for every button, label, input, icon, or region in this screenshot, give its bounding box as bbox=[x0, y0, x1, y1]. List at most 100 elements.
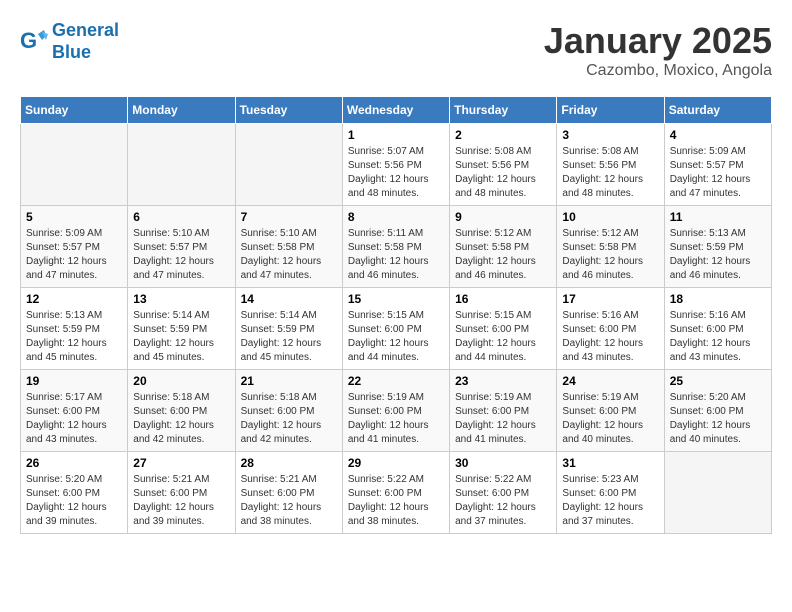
calendar-cell: 7 Sunrise: 5:10 AMSunset: 5:58 PMDaylight… bbox=[235, 206, 342, 288]
day-info: Sunrise: 5:16 AMSunset: 6:00 PMDaylight:… bbox=[562, 309, 658, 365]
day-number: 8 bbox=[348, 210, 444, 224]
day-number: 11 bbox=[670, 210, 766, 224]
calendar-cell: 12Sunrise: 5:13 AMSunset: 5:59 PMDayligh… bbox=[21, 288, 128, 370]
weekday-header-cell: Sunday bbox=[21, 97, 128, 124]
calendar-body: 1Sunrise: 5:07 AMSunset: 5:56 PMDaylight… bbox=[21, 124, 772, 534]
calendar-cell: 19 Sunrise: 5:17 AMSunset: 6:00 PMDayligh… bbox=[21, 370, 128, 452]
calendar-cell: 26 Sunrise: 5:20 AMSunset: 6:00 PMDayligh… bbox=[21, 452, 128, 534]
logo-text: General Blue bbox=[52, 20, 119, 63]
calendar-cell bbox=[235, 124, 342, 206]
weekday-header-cell: Wednesday bbox=[342, 97, 449, 124]
calendar-cell: 27 Sunrise: 5:21 AMSunset: 6:00 PMDayligh… bbox=[128, 452, 235, 534]
calendar-cell bbox=[128, 124, 235, 206]
calendar-cell: 13 Sunrise: 5:14 AMSunset: 5:59 PMDayligh… bbox=[128, 288, 235, 370]
calendar-week-row: 19 Sunrise: 5:17 AMSunset: 6:00 PMDayligh… bbox=[21, 370, 772, 452]
day-info: Sunrise: 5:21 AMSunset: 6:00 PMDaylight:… bbox=[133, 473, 229, 529]
calendar-table: SundayMondayTuesdayWednesdayThursdayFrid… bbox=[20, 96, 772, 534]
weekday-header-cell: Friday bbox=[557, 97, 664, 124]
calendar-cell: 14 Sunrise: 5:14 AMSunset: 5:59 PMDayligh… bbox=[235, 288, 342, 370]
calendar-cell: 6Sunrise: 5:10 AMSunset: 5:57 PMDaylight… bbox=[128, 206, 235, 288]
day-info: Sunrise: 5:10 AMSunset: 5:57 PMDaylight:… bbox=[133, 227, 229, 283]
calendar-cell: 22Sunrise: 5:19 AMSunset: 6:00 PMDayligh… bbox=[342, 370, 449, 452]
day-info: Sunrise: 5:08 AMSunset: 5:56 PMDaylight:… bbox=[455, 145, 551, 201]
calendar-cell: 15 Sunrise: 5:15 AMSunset: 6:00 PMDayligh… bbox=[342, 288, 449, 370]
day-info: Sunrise: 5:18 AMSunset: 6:00 PMDaylight:… bbox=[241, 391, 337, 447]
day-info: Sunrise: 5:14 AMSunset: 5:59 PMDaylight:… bbox=[133, 309, 229, 365]
day-number: 4 bbox=[670, 128, 766, 142]
day-number: 13 bbox=[133, 292, 229, 306]
day-number: 12 bbox=[26, 292, 122, 306]
day-info: Sunrise: 5:17 AMSunset: 6:00 PMDaylight:… bbox=[26, 391, 122, 447]
weekday-header-cell: Tuesday bbox=[235, 97, 342, 124]
calendar-cell bbox=[664, 452, 771, 534]
calendar-cell: 10Sunrise: 5:12 AMSunset: 5:58 PMDayligh… bbox=[557, 206, 664, 288]
calendar-cell: 20 Sunrise: 5:18 AMSunset: 6:00 PMDayligh… bbox=[128, 370, 235, 452]
day-number: 7 bbox=[241, 210, 337, 224]
day-number: 19 bbox=[26, 374, 122, 388]
day-number: 23 bbox=[455, 374, 551, 388]
day-number: 22 bbox=[348, 374, 444, 388]
weekday-header-row: SundayMondayTuesdayWednesdayThursdayFrid… bbox=[21, 97, 772, 124]
calendar-week-row: 26 Sunrise: 5:20 AMSunset: 6:00 PMDayligh… bbox=[21, 452, 772, 534]
day-info: Sunrise: 5:12 AMSunset: 5:58 PMDaylight:… bbox=[562, 227, 658, 283]
day-info: Sunrise: 5:13 AMSunset: 5:59 PMDaylight:… bbox=[670, 227, 766, 283]
day-info: Sunrise: 5:10 AMSunset: 5:58 PMDaylight:… bbox=[241, 227, 337, 283]
logo-line2: Blue bbox=[52, 42, 91, 62]
calendar-cell bbox=[21, 124, 128, 206]
calendar-cell: 16 Sunrise: 5:15 AMSunset: 6:00 PMDayligh… bbox=[450, 288, 557, 370]
day-info: Sunrise: 5:19 AMSunset: 6:00 PMDaylight:… bbox=[562, 391, 658, 447]
calendar-cell: 18Sunrise: 5:16 AMSunset: 6:00 PMDayligh… bbox=[664, 288, 771, 370]
day-info: Sunrise: 5:07 AMSunset: 5:56 PMDaylight:… bbox=[348, 145, 444, 201]
page-header: G General Blue January 2025 Cazombo, Mox… bbox=[20, 20, 772, 80]
logo: G General Blue bbox=[20, 20, 119, 63]
day-info: Sunrise: 5:22 AMSunset: 6:00 PMDaylight:… bbox=[348, 473, 444, 529]
logo-line1: General bbox=[52, 20, 119, 40]
day-number: 17 bbox=[562, 292, 658, 306]
calendar-cell: 28Sunrise: 5:21 AMSunset: 6:00 PMDayligh… bbox=[235, 452, 342, 534]
day-info: Sunrise: 5:08 AMSunset: 5:56 PMDaylight:… bbox=[562, 145, 658, 201]
day-info: Sunrise: 5:12 AMSunset: 5:58 PMDaylight:… bbox=[455, 227, 551, 283]
day-number: 28 bbox=[241, 456, 337, 470]
logo-icon: G bbox=[20, 28, 48, 56]
day-info: Sunrise: 5:15 AMSunset: 6:00 PMDaylight:… bbox=[455, 309, 551, 365]
day-info: Sunrise: 5:23 AMSunset: 6:00 PMDaylight:… bbox=[562, 473, 658, 529]
calendar-cell: 1Sunrise: 5:07 AMSunset: 5:56 PMDaylight… bbox=[342, 124, 449, 206]
day-number: 21 bbox=[241, 374, 337, 388]
calendar-cell: 11 Sunrise: 5:13 AMSunset: 5:59 PMDayligh… bbox=[664, 206, 771, 288]
day-number: 20 bbox=[133, 374, 229, 388]
calendar-cell: 17 Sunrise: 5:16 AMSunset: 6:00 PMDayligh… bbox=[557, 288, 664, 370]
calendar-cell: 29 Sunrise: 5:22 AMSunset: 6:00 PMDayligh… bbox=[342, 452, 449, 534]
calendar-cell: 8Sunrise: 5:11 AMSunset: 5:58 PMDaylight… bbox=[342, 206, 449, 288]
day-info: Sunrise: 5:19 AMSunset: 6:00 PMDaylight:… bbox=[455, 391, 551, 447]
calendar-week-row: 12Sunrise: 5:13 AMSunset: 5:59 PMDayligh… bbox=[21, 288, 772, 370]
day-number: 26 bbox=[26, 456, 122, 470]
day-number: 27 bbox=[133, 456, 229, 470]
day-info: Sunrise: 5:09 AMSunset: 5:57 PMDaylight:… bbox=[26, 227, 122, 283]
day-number: 25 bbox=[670, 374, 766, 388]
day-number: 16 bbox=[455, 292, 551, 306]
day-number: 15 bbox=[348, 292, 444, 306]
day-info: Sunrise: 5:22 AMSunset: 6:00 PMDaylight:… bbox=[455, 473, 551, 529]
weekday-header-cell: Saturday bbox=[664, 97, 771, 124]
day-number: 18 bbox=[670, 292, 766, 306]
day-info: Sunrise: 5:14 AMSunset: 5:59 PMDaylight:… bbox=[241, 309, 337, 365]
calendar-cell: 24Sunrise: 5:19 AMSunset: 6:00 PMDayligh… bbox=[557, 370, 664, 452]
calendar-cell: 5 Sunrise: 5:09 AMSunset: 5:57 PMDaylight… bbox=[21, 206, 128, 288]
day-info: Sunrise: 5:18 AMSunset: 6:00 PMDaylight:… bbox=[133, 391, 229, 447]
day-number: 3 bbox=[562, 128, 658, 142]
calendar-cell: 30 Sunrise: 5:22 AMSunset: 6:00 PMDayligh… bbox=[450, 452, 557, 534]
day-number: 9 bbox=[455, 210, 551, 224]
day-info: Sunrise: 5:20 AMSunset: 6:00 PMDaylight:… bbox=[26, 473, 122, 529]
location-title: Cazombo, Moxico, Angola bbox=[544, 62, 772, 80]
day-number: 30 bbox=[455, 456, 551, 470]
day-info: Sunrise: 5:15 AMSunset: 6:00 PMDaylight:… bbox=[348, 309, 444, 365]
calendar-cell: 23 Sunrise: 5:19 AMSunset: 6:00 PMDayligh… bbox=[450, 370, 557, 452]
day-number: 14 bbox=[241, 292, 337, 306]
svg-text:G: G bbox=[20, 28, 37, 53]
day-number: 29 bbox=[348, 456, 444, 470]
calendar-week-row: 5 Sunrise: 5:09 AMSunset: 5:57 PMDaylight… bbox=[21, 206, 772, 288]
day-number: 2 bbox=[455, 128, 551, 142]
month-title: January 2025 bbox=[544, 20, 772, 62]
calendar-cell: 31Sunrise: 5:23 AMSunset: 6:00 PMDayligh… bbox=[557, 452, 664, 534]
day-number: 5 bbox=[26, 210, 122, 224]
